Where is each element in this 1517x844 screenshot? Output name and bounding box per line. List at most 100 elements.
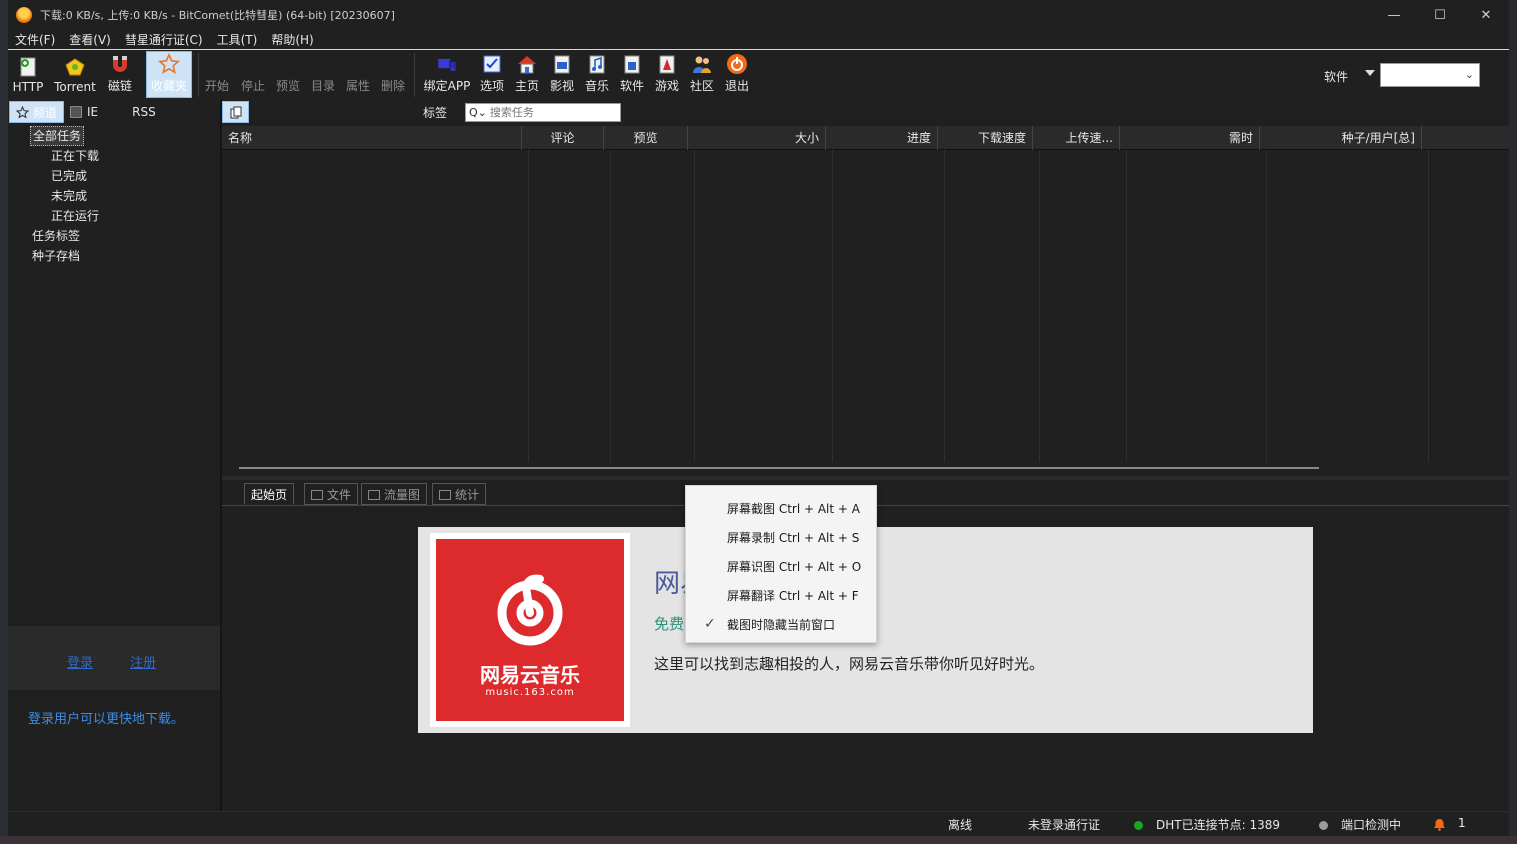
tree-item-running[interactable]: 正在运行 — [51, 206, 99, 226]
column-name[interactable]: 名称 — [222, 126, 522, 150]
http-button[interactable]: HTTP — [12, 53, 44, 97]
task-search-box[interactable]: Q⌄ — [465, 103, 621, 122]
exit-button[interactable]: 退出 — [724, 53, 750, 97]
bitcomet-window: 下载:0 KB/s, 上传:0 KB/s - BitComet(比特彗星) (6… — [8, 0, 1509, 836]
menu-item-screenshot[interactable]: 屏幕截图 Ctrl + Alt + A — [727, 500, 860, 517]
tab-statistics[interactable]: 统计 — [432, 483, 487, 505]
tab-traffic-graph[interactable]: 流量图 — [361, 483, 428, 505]
graph-icon — [368, 490, 380, 500]
power-icon — [726, 53, 748, 75]
software-filter-select[interactable]: ⌄ — [1380, 63, 1480, 87]
menu-help[interactable]: 帮助(H) — [271, 31, 313, 48]
start-button[interactable]: 开始 — [204, 53, 230, 97]
column-divider — [1428, 150, 1429, 462]
task-category-tree: 全部任务 正在下载 已完成 未完成 正在运行 任务标签 种子存档 — [8, 124, 220, 624]
menu-item-screen-translate[interactable]: 屏幕翻译 Ctrl + Alt + F — [727, 587, 859, 604]
column-divider — [832, 150, 833, 462]
login-tip[interactable]: 登录用户可以更快地下载。 — [28, 708, 184, 727]
copy-button[interactable] — [222, 101, 249, 123]
video-button[interactable]: 影视 — [549, 53, 575, 97]
dht-status-dot — [1134, 821, 1143, 830]
torrent-button[interactable]: Torrent — [53, 53, 97, 97]
bell-icon[interactable] — [1433, 818, 1446, 831]
left-panel-tabs: 频道 IE RSS — [8, 101, 220, 123]
menu-tools[interactable]: 工具(T) — [217, 31, 258, 48]
properties-button[interactable]: 属性 — [345, 53, 371, 97]
options-button[interactable]: 选项 — [479, 53, 505, 97]
menu-item-screen-record[interactable]: 屏幕录制 Ctrl + Alt + S — [727, 529, 859, 546]
column-seeds-peers[interactable]: 种子/用户[总] — [1260, 126, 1422, 150]
port-status-dot — [1319, 821, 1328, 830]
tree-item-all[interactable]: 全部任务 — [30, 126, 85, 146]
filter-dropdown-arrow-icon[interactable] — [1365, 70, 1375, 76]
tab-start-page[interactable]: 起始页 — [244, 483, 295, 505]
tree-item-tags[interactable]: 任务标签 — [32, 226, 80, 246]
tree-item-downloading[interactable]: 正在下载 — [51, 146, 99, 166]
game-icon — [656, 53, 678, 75]
close-button[interactable]: ✕ — [1463, 0, 1509, 30]
torrent-icon — [64, 56, 86, 78]
tab-channel[interactable]: 频道 — [9, 101, 65, 123]
games-button[interactable]: 游戏 — [654, 53, 680, 97]
column-preview[interactable]: 预览 — [604, 126, 688, 150]
minimize-button[interactable]: — — [1371, 0, 1417, 30]
copy-icon — [230, 106, 241, 118]
menu-item-screen-ocr[interactable]: 屏幕识图 Ctrl + Alt + O — [727, 558, 861, 575]
music-button[interactable]: 音乐 — [584, 53, 610, 97]
netease-music-icon — [497, 574, 563, 646]
netease-music-logo: 网易云音乐 music.163.com — [430, 533, 630, 727]
tree-item-incomplete[interactable]: 未完成 — [51, 186, 87, 206]
status-offline: 离线 — [948, 818, 973, 832]
software-filter-label: 软件 — [1324, 70, 1349, 84]
directory-button[interactable]: 目录 — [310, 53, 336, 97]
tab-rss[interactable]: RSS — [126, 101, 162, 123]
column-progress[interactable]: 进度 — [826, 126, 938, 150]
bottom-splitter[interactable] — [222, 476, 1509, 480]
tree-item-completed[interactable]: 已完成 — [51, 166, 87, 186]
delete-button[interactable]: 删除 — [380, 53, 406, 97]
column-divider — [1266, 150, 1267, 462]
pulse-icon — [439, 490, 451, 500]
phone-link-icon — [436, 53, 458, 75]
tab-files[interactable]: 文件 — [304, 483, 359, 505]
magnet-icon — [109, 53, 131, 75]
menu-file[interactable]: 文件(F) — [15, 31, 55, 48]
column-upload-speed[interactable]: 上传速... — [1033, 126, 1120, 150]
preview-button[interactable]: 预览 — [275, 53, 301, 97]
stop-button[interactable]: 停止 — [240, 53, 266, 97]
horizontal-scrollbar[interactable] — [222, 462, 1509, 474]
menu-item-hide-window[interactable]: 截图时隐藏当前窗口 — [727, 616, 835, 633]
home-button[interactable]: 主页 — [514, 53, 540, 97]
search-icon: Q⌄ — [469, 106, 487, 119]
column-download-speed[interactable]: 下载速度 — [938, 126, 1033, 150]
register-link[interactable]: 注册 — [130, 652, 156, 671]
status-passport[interactable]: 未登录通行证 — [1028, 816, 1100, 833]
column-eta[interactable]: 需时 — [1120, 126, 1260, 150]
community-button[interactable]: 社区 — [689, 53, 715, 97]
task-filter-row: 标签 Q⌄ — [222, 101, 1509, 123]
scrollbar-thumb[interactable] — [239, 467, 1319, 469]
logo-name-text: 网易云音乐 — [480, 663, 580, 687]
title-bar: 下载:0 KB/s, 上传:0 KB/s - BitComet(比特彗星) (6… — [8, 0, 1509, 30]
task-list[interactable]: 名称 评论 预览 大小 进度 下载速度 上传速... 需时 种子/用户[总] — [222, 126, 1509, 462]
column-size[interactable]: 大小 — [688, 126, 826, 150]
tag-label: 标签 — [423, 106, 448, 120]
task-list-header: 名称 评论 预览 大小 进度 下载速度 上传速... 需时 种子/用户[总] — [222, 126, 1509, 150]
magnet-button[interactable]: 磁链 — [106, 53, 134, 97]
favorites-button[interactable]: 收藏夹 — [146, 51, 192, 98]
ie-icon — [70, 106, 83, 118]
menu-view[interactable]: 查看(V) — [69, 31, 111, 48]
status-dht: DHT已连接节点: 1389 — [1156, 818, 1280, 832]
main-toolbar: HTTP Torrent 磁链 收藏夹 开始 停止 预览 目录 属性 删除 绑定… — [8, 51, 1509, 99]
software-button[interactable]: 软件 — [619, 53, 645, 97]
column-comments[interactable]: 评论 — [522, 126, 604, 150]
login-link[interactable]: 登录 — [67, 652, 93, 671]
bind-app-button[interactable]: 绑定APP — [424, 53, 470, 97]
menu-passport[interactable]: 彗星通行证(C) — [125, 31, 203, 48]
maximize-button[interactable]: ☐ — [1417, 0, 1463, 30]
task-search-input[interactable] — [489, 104, 610, 121]
tree-item-archive[interactable]: 种子存档 — [32, 246, 80, 266]
menu-bar: 文件(F) 查看(V) 彗星通行证(C) 工具(T) 帮助(H) — [8, 30, 1509, 50]
column-divider — [1126, 150, 1127, 462]
tab-ie[interactable]: IE — [64, 101, 104, 123]
